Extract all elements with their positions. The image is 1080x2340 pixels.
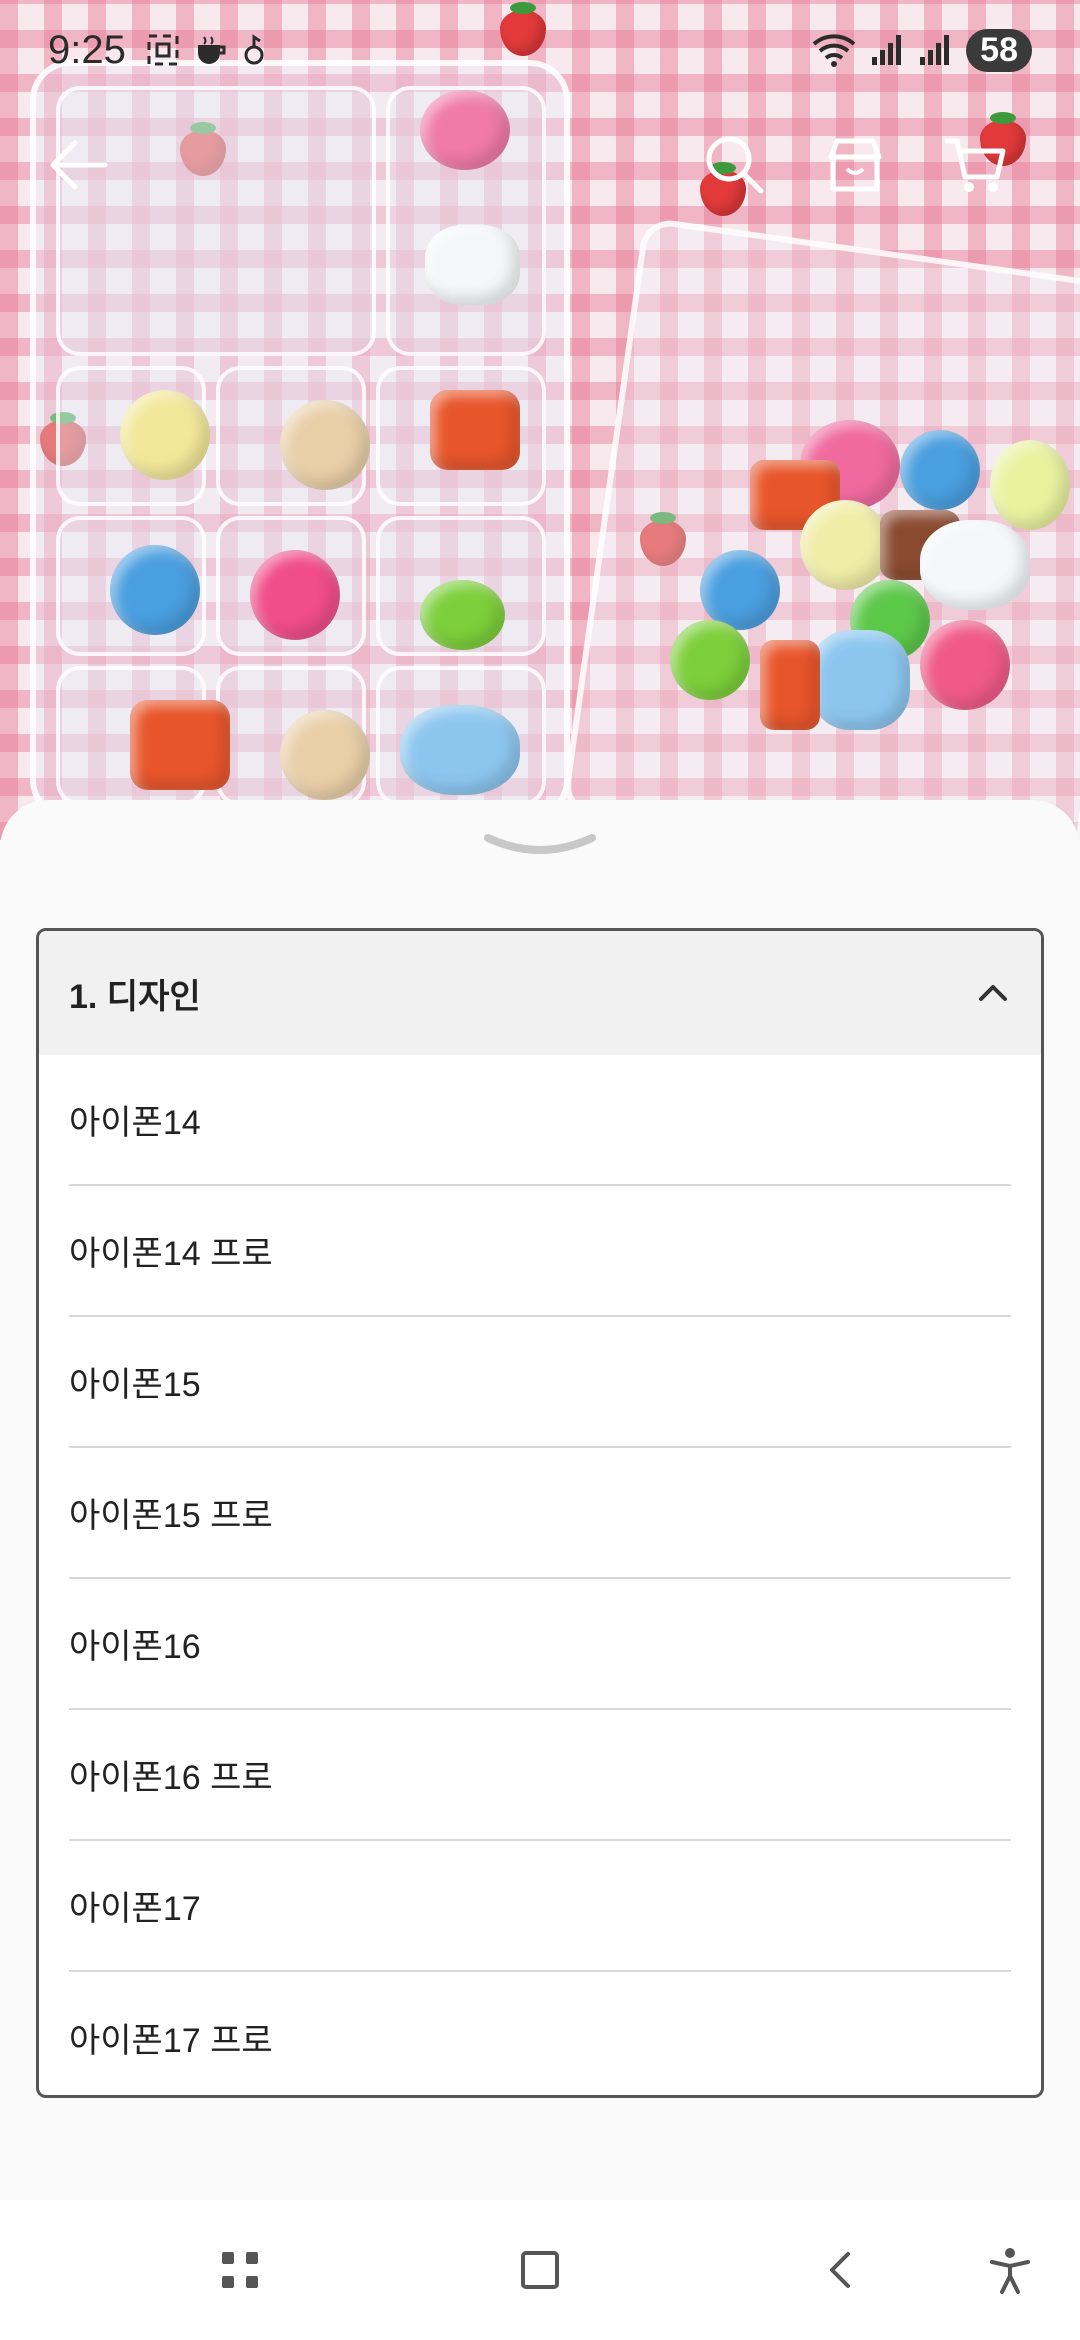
wifi-icon xyxy=(812,34,856,67)
back-icon xyxy=(830,2252,850,2288)
option-dropdown: 1. 디자인 아이폰14 아이폰14 프로 아이폰15 아이폰15 프로 아이폰… xyxy=(36,928,1044,2098)
charm xyxy=(250,550,340,640)
charm xyxy=(130,700,230,790)
charm xyxy=(990,440,1070,530)
option-group-header[interactable]: 1. 디자인 xyxy=(39,931,1041,1055)
option-item[interactable]: 아이폰17 프로 xyxy=(69,1972,1011,2095)
status-bar: 9:25 58 xyxy=(0,0,1080,100)
option-item[interactable]: 아이폰16 xyxy=(69,1579,1011,1710)
store-icon xyxy=(828,138,882,192)
option-item[interactable]: 아이폰14 프로 xyxy=(69,1186,1011,1317)
cart-button[interactable] xyxy=(930,120,1020,210)
option-item[interactable]: 아이폰17 xyxy=(69,1841,1011,1972)
store-button[interactable] xyxy=(810,120,900,210)
status-time: 9:25 xyxy=(48,27,126,72)
screenshot-icon xyxy=(147,34,179,66)
battery-indicator: 58 xyxy=(966,28,1032,72)
charm xyxy=(920,520,1030,610)
back-button[interactable] xyxy=(34,120,124,210)
charm xyxy=(760,640,820,730)
accessibility-icon xyxy=(990,2248,1030,2294)
cart-icon xyxy=(944,138,1006,192)
charm xyxy=(430,390,520,470)
charm xyxy=(120,390,210,480)
signal-icon xyxy=(920,35,950,65)
charm xyxy=(400,705,520,795)
charm xyxy=(800,500,890,590)
accessibility-button[interactable] xyxy=(970,2230,1050,2310)
charm xyxy=(280,400,370,490)
signal-icon xyxy=(872,35,902,65)
search-button[interactable] xyxy=(690,120,780,210)
system-back-button[interactable] xyxy=(800,2230,880,2310)
arrow-left-icon xyxy=(50,140,108,190)
sheet-handle[interactable] xyxy=(480,828,600,868)
recents-icon xyxy=(222,2252,258,2288)
notification-icon xyxy=(244,34,264,65)
option-item[interactable]: 아이폰14 xyxy=(69,1055,1011,1186)
status-icons-left xyxy=(146,33,266,67)
charm xyxy=(670,620,750,700)
search-icon xyxy=(706,136,764,194)
chevron-up-icon xyxy=(979,985,1007,1001)
system-nav-bar xyxy=(0,2200,1080,2340)
home-icon xyxy=(521,2251,559,2289)
home-button[interactable] xyxy=(500,2230,580,2310)
option-group-title: 1. 디자인 xyxy=(69,977,201,1016)
charm xyxy=(110,545,200,635)
option-list: 아이폰14 아이폰14 프로 아이폰15 아이폰15 프로 아이폰16 아이폰1… xyxy=(39,1055,1041,2095)
option-item[interactable]: 아이폰15 프로 xyxy=(69,1448,1011,1579)
status-icons-right: 58 xyxy=(812,28,1032,72)
charm xyxy=(810,630,910,730)
option-item[interactable]: 아이폰16 프로 xyxy=(69,1710,1011,1841)
recents-button[interactable] xyxy=(200,2230,280,2310)
option-item[interactable]: 아이폰15 xyxy=(69,1317,1011,1448)
top-nav xyxy=(0,120,1080,210)
coffee-icon xyxy=(197,36,226,64)
charm xyxy=(280,710,370,800)
charm xyxy=(920,620,1010,710)
chevron-down-icon xyxy=(484,834,596,854)
charm xyxy=(425,225,520,305)
charm xyxy=(420,580,505,650)
option-bottom-sheet: 1. 디자인 아이폰14 아이폰14 프로 아이폰15 아이폰15 프로 아이폰… xyxy=(0,800,1080,2200)
charm xyxy=(700,550,780,630)
charm xyxy=(900,430,980,510)
